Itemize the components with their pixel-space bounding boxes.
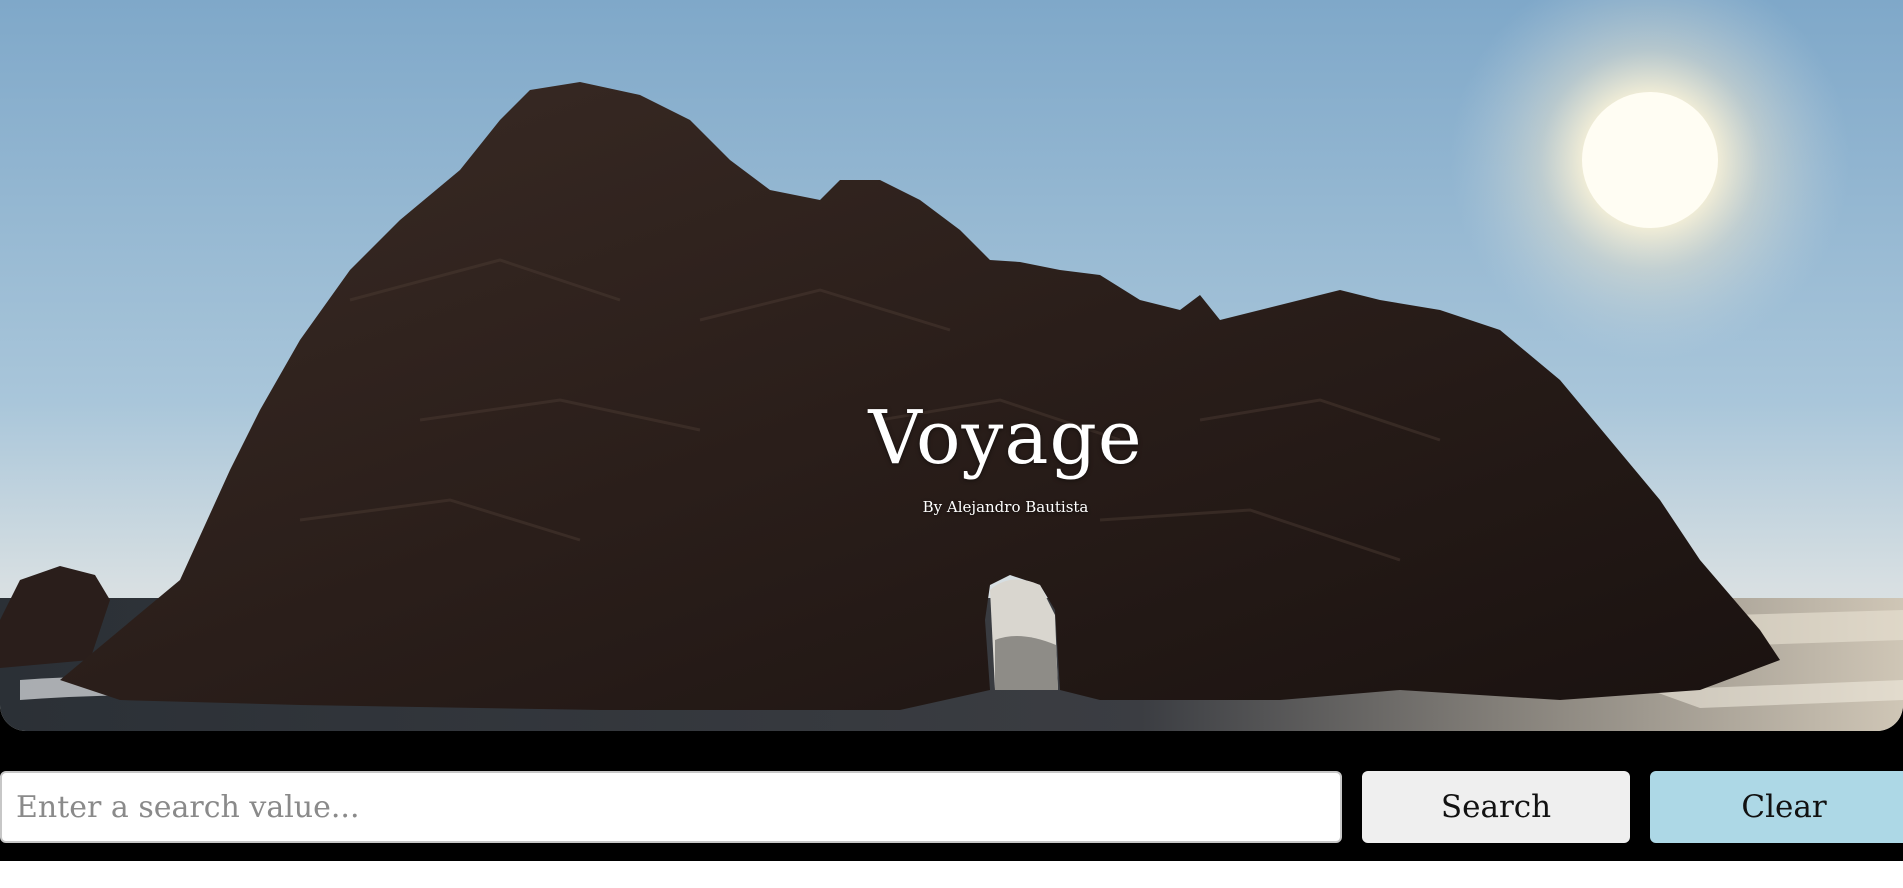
search-input[interactable] [0, 771, 1342, 843]
search-button[interactable]: Search [1362, 771, 1630, 843]
hero-title-block: Voyage By Alejandro Bautista [0, 390, 1903, 516]
author-byline: By Alejandro Bautista [922, 498, 1089, 516]
clear-button[interactable]: Clear [1650, 771, 1903, 843]
search-bar: Search Clear [0, 731, 1903, 861]
hero-image [0, 0, 1903, 731]
page-title: Voyage [868, 395, 1143, 481]
hero-banner: Voyage By Alejandro Bautista [0, 0, 1903, 731]
